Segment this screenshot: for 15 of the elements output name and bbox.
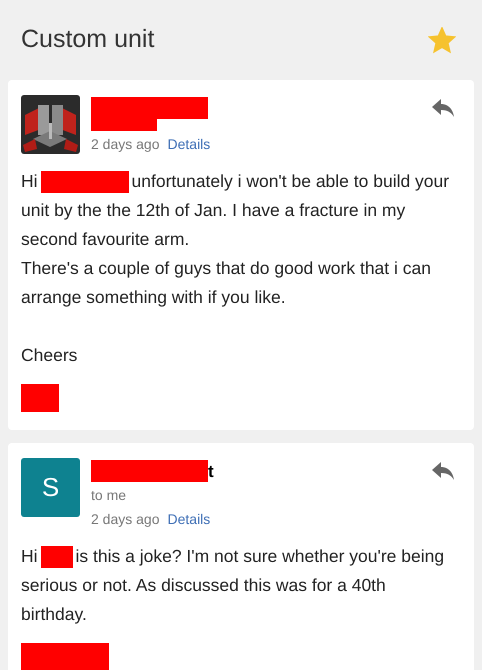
reply-icon[interactable] bbox=[432, 462, 454, 480]
page-title: Custom unit bbox=[21, 24, 154, 56]
star-icon[interactable] bbox=[428, 26, 456, 54]
reply-icon[interactable] bbox=[432, 99, 454, 117]
sender-name: t bbox=[208, 462, 214, 482]
details-link[interactable]: Details bbox=[168, 134, 210, 155]
message-text: There's a couple of guys that do good work that i can arrange something with if you like. bbox=[21, 257, 432, 309]
timestamp: 2 days ago bbox=[91, 135, 160, 154]
avatar: S bbox=[21, 458, 80, 517]
recipient-label: to me bbox=[91, 486, 128, 505]
message-text: Cheers bbox=[21, 344, 78, 367]
details-link[interactable]: Details bbox=[168, 509, 210, 530]
message-text: Hi is this a joke? I'm not sure whether you're being serious or not. As discussed this was for a 40th birthday. bbox=[21, 545, 446, 626]
timestamp: 2 days ago bbox=[91, 510, 160, 529]
message-text: Hi unfortunately i won't be able to build your unit by the the 12th of Jan. I have a fracture in my second favourite arm. bbox=[21, 170, 450, 251]
